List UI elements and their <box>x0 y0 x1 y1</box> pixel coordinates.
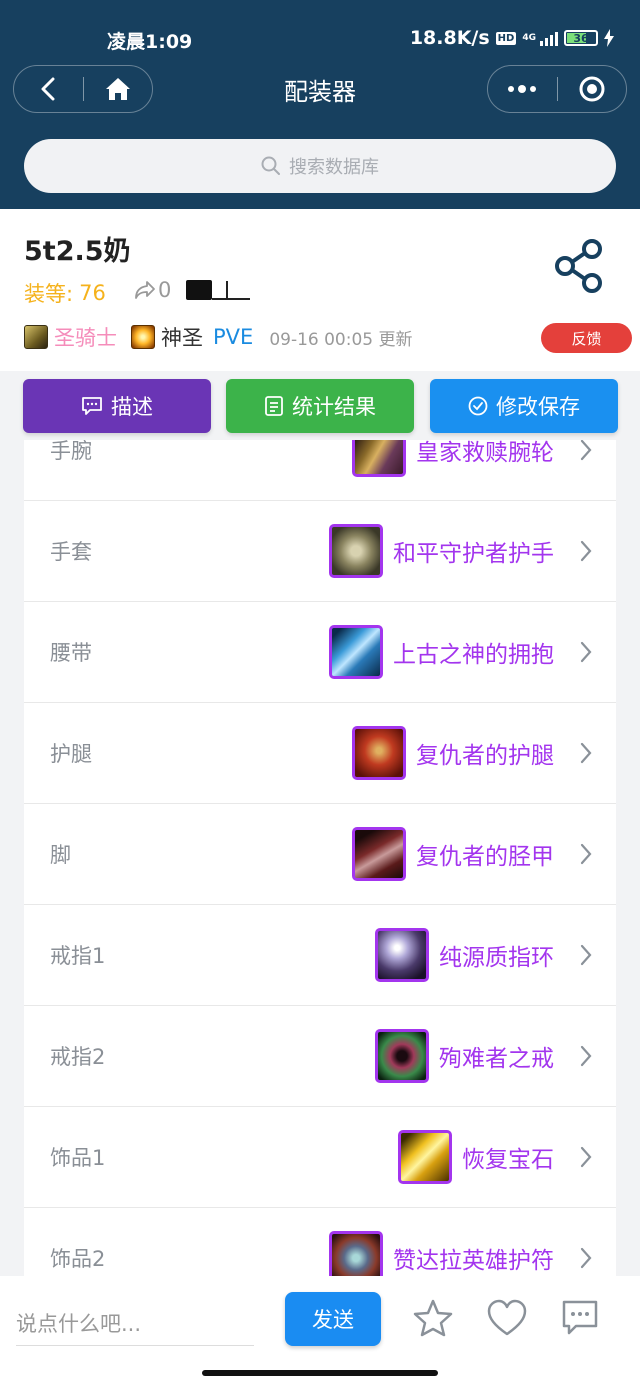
search-placeholder: 搜索数据库 <box>289 157 379 178</box>
build-title: 5t2.5奶 <box>24 236 131 267</box>
gear-list: 手腕 皇家救赎腕轮 手套 和平守护者护手 腰带 上古之神的拥抱 护腿 复仇者的护… <box>24 440 616 1276</box>
holy-spec-icon <box>131 325 155 349</box>
gear-slot: 腰带 <box>50 641 92 665</box>
ilvl-value: 76 <box>79 281 106 305</box>
mode-label: PVE <box>213 325 254 349</box>
gear-row-waist[interactable]: 腰带 上古之神的拥抱 <box>24 602 616 703</box>
paladin-class-icon <box>24 325 48 349</box>
gear-slot: 戒指1 <box>50 944 106 968</box>
gear-row-feet[interactable]: 脚 复仇者的胫甲 <box>24 804 616 905</box>
status-time: 凌晨1:09 <box>107 31 193 53</box>
gear-row-wrist[interactable]: 手腕 皇家救赎腕轮 <box>24 440 616 501</box>
gear-name: 恢复宝石 <box>462 1147 554 1173</box>
gear-slot: 手套 <box>50 540 92 564</box>
comments-icon[interactable] <box>560 1298 600 1338</box>
gear-list-viewport: 手腕 皇家救赎腕轮 手套 和平守护者护手 腰带 上古之神的拥抱 护腿 复仇者的护… <box>0 440 640 1276</box>
forward-icon <box>135 281 155 299</box>
status-indicators: 18.8K/s HD 4G 36 <box>410 27 614 49</box>
comment-icon <box>82 397 102 415</box>
comment-input[interactable]: 说点什么吧... <box>16 1300 254 1346</box>
net-type: 4G <box>522 32 536 43</box>
app-header: 凌晨1:09 18.8K/s HD 4G 36 配装器 搜索数据库 <box>0 0 640 209</box>
update-time: 09-16 00:05 更新 <box>269 329 413 350</box>
gauntlet-item-icon <box>329 524 383 578</box>
gear-slot: 护腿 <box>50 742 92 766</box>
net-speed: 18.8K/s <box>409 27 490 49</box>
gear-row-trinket1[interactable]: 饰品1 恢复宝石 <box>24 1107 616 1208</box>
class-name: 圣骑士 <box>54 326 117 350</box>
chevron-right-icon <box>580 540 592 562</box>
action-tabs: 描述 统计结果 修改保存 <box>0 379 640 433</box>
share-button[interactable] <box>552 238 606 298</box>
chevron-right-icon <box>580 944 592 966</box>
gear-row-trinket2[interactable]: 饰品2 赞达拉英雄护符 <box>24 1208 616 1276</box>
describe-button[interactable]: 描述 <box>23 379 211 433</box>
chevron-right-icon <box>580 843 592 865</box>
chevron-right-icon <box>580 1146 592 1168</box>
statistics-button[interactable]: 统计结果 <box>226 379 414 433</box>
save-button[interactable]: 修改保存 <box>430 379 618 433</box>
talisman-item-icon <box>329 1231 383 1276</box>
chevron-right-icon <box>580 742 592 764</box>
forward-count[interactable]: 0 <box>134 278 171 302</box>
gear-name: 复仇者的护腿 <box>416 743 554 769</box>
nav-right-capsule <box>487 65 627 113</box>
boots-item-icon <box>352 827 406 881</box>
gear-name: 上古之神的拥抱 <box>393 642 554 668</box>
close-miniprogram-button[interactable] <box>558 66 627 112</box>
gear-name: 殉难者之戒 <box>439 1046 554 1072</box>
user-avatar <box>186 279 212 300</box>
heart-icon[interactable] <box>486 1298 528 1338</box>
document-icon <box>265 396 283 416</box>
search-bar[interactable]: 搜索数据库 <box>24 139 616 193</box>
ring-item-icon <box>375 928 429 982</box>
share-icon <box>555 239 602 293</box>
search-icon <box>261 156 280 175</box>
ring-item-icon <box>375 1029 429 1083</box>
user-badge <box>186 279 250 300</box>
gear-row-ring1[interactable]: 戒指1 纯源质指环 <box>24 905 616 1006</box>
chevron-right-icon <box>580 440 592 461</box>
status-bar: 凌晨1:09 18.8K/s HD 4G 36 <box>0 24 640 54</box>
home-indicator <box>202 1370 438 1376</box>
gear-name: 赞达拉英雄护符 <box>393 1248 554 1274</box>
feedback-button[interactable]: 反馈 <box>541 323 632 353</box>
gear-slot: 戒指2 <box>50 1045 106 1069</box>
bracer-item-icon <box>352 440 406 477</box>
gear-slot: 脚 <box>50 843 71 867</box>
gear-slot: 饰品1 <box>50 1146 106 1170</box>
hd-icon: HD <box>495 31 517 45</box>
gear-name: 复仇者的胫甲 <box>416 844 554 870</box>
signal-icon <box>540 30 558 46</box>
gear-name: 纯源质指环 <box>439 945 554 971</box>
gear-name: 和平守护者护手 <box>393 541 554 567</box>
gear-slot: 饰品2 <box>50 1247 106 1271</box>
chevron-right-icon <box>580 1045 592 1067</box>
chevron-right-icon <box>580 641 592 663</box>
battery-icon: 36 <box>564 30 598 46</box>
charging-icon <box>604 29 614 47</box>
gem-item-icon <box>398 1130 452 1184</box>
target-icon <box>579 76 605 102</box>
class-spec-row: 圣骑士 神圣 PVE 09-16 00:05 更新 <box>24 322 413 352</box>
gear-row-hands[interactable]: 手套 和平守护者护手 <box>24 501 616 602</box>
star-icon[interactable] <box>412 1298 454 1338</box>
gear-row-legs[interactable]: 护腿 复仇者的护腿 <box>24 703 616 804</box>
chevron-right-icon <box>580 1247 592 1269</box>
gear-slot: 手腕 <box>50 440 92 463</box>
check-circle-icon <box>468 396 488 416</box>
legplate-item-icon <box>352 726 406 780</box>
send-button[interactable]: 发送 <box>285 1292 381 1346</box>
more-dots-icon <box>508 85 537 93</box>
item-level: 装等: 76 <box>24 278 106 308</box>
more-button[interactable] <box>488 66 557 112</box>
ilvl-label: 装等: <box>24 282 74 306</box>
belt-item-icon <box>329 625 383 679</box>
gear-name: 皇家救赎腕轮 <box>416 440 554 466</box>
spec-name: 神圣 <box>161 326 203 350</box>
gear-row-ring2[interactable]: 戒指2 殉难者之戒 <box>24 1006 616 1107</box>
